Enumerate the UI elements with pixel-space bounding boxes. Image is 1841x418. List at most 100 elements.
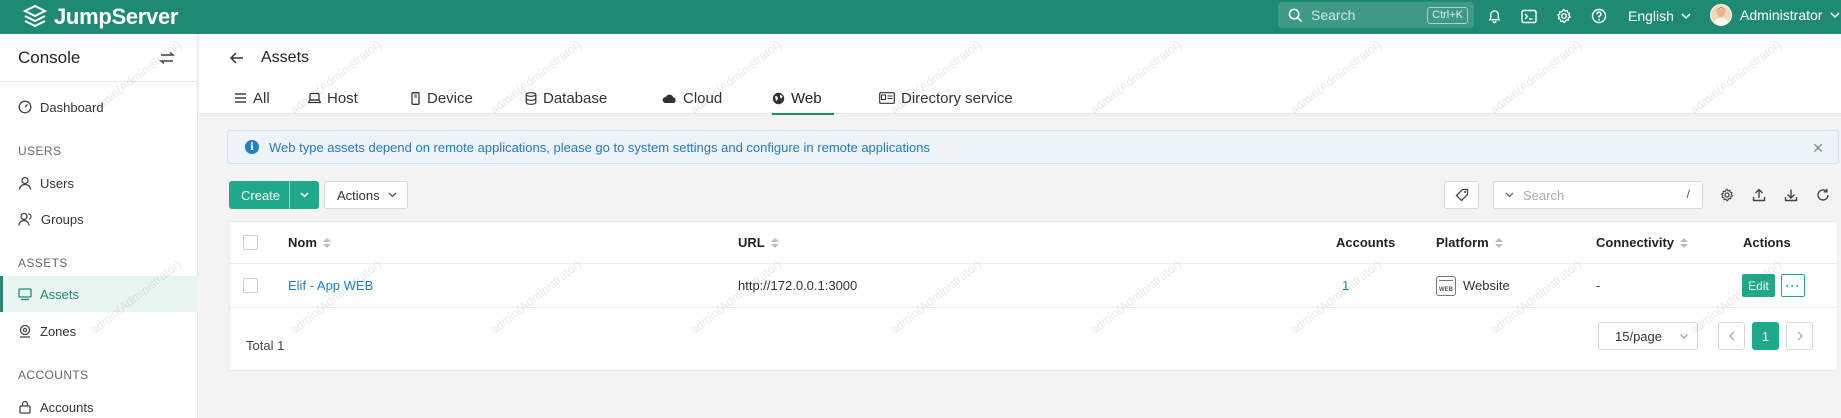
- column-header-label: URL: [738, 235, 765, 250]
- total-count: Total 1: [246, 338, 285, 353]
- column-header-platform[interactable]: Platform: [1436, 222, 1503, 263]
- user-name: Administrator: [1740, 7, 1823, 23]
- page-title: Assets: [229, 49, 309, 67]
- terminal-icon[interactable]: [1520, 7, 1538, 25]
- bell-icon[interactable]: [1485, 7, 1503, 25]
- sidebar-item-users[interactable]: Users: [0, 165, 198, 201]
- select-all-checkbox[interactable]: [243, 222, 258, 263]
- upload-icon[interactable]: [1751, 187, 1767, 203]
- sort-icon: [322, 237, 331, 248]
- table-row: Elif - App WEB http://172.0.0.1:3000 1 W…: [230, 264, 1837, 308]
- tab-label: Host: [327, 89, 358, 107]
- column-header-label: Accounts: [1336, 235, 1396, 250]
- top-bar: JumpServer Search Ctrl+K English Adminis…: [0, 0, 1841, 34]
- language-selector[interactable]: English: [1628, 8, 1693, 24]
- info-icon: i: [245, 140, 259, 154]
- sidebar-item-label: Zones: [40, 323, 77, 339]
- accounts-count-link[interactable]: 1: [1342, 264, 1349, 307]
- tab-label: All: [253, 89, 270, 107]
- tab-all[interactable]: All: [234, 82, 308, 114]
- next-page-button[interactable]: [1786, 322, 1813, 350]
- help-icon[interactable]: [1590, 7, 1608, 25]
- row-checkbox[interactable]: [243, 264, 258, 307]
- column-settings-gear-icon[interactable]: [1719, 187, 1735, 203]
- search-icon: [1288, 8, 1303, 22]
- console-header: Console: [0, 34, 197, 82]
- edit-button[interactable]: Edit: [1742, 274, 1775, 297]
- row-actions: Edit ···: [1742, 264, 1805, 307]
- website-platform-icon: WEB: [1436, 275, 1456, 296]
- column-header-label: Connectivity: [1596, 235, 1675, 250]
- sidebar-item-accounts[interactable]: Accounts: [0, 389, 198, 418]
- chevron-down-icon: [388, 192, 397, 198]
- sort-icon: [1494, 237, 1503, 248]
- more-actions-button[interactable]: ···: [1781, 274, 1805, 297]
- search-input[interactable]: [1523, 187, 1673, 203]
- page-size-select[interactable]: 15/page: [1598, 322, 1698, 350]
- chevron-left-icon: [1728, 331, 1734, 341]
- tab-device[interactable]: Device: [410, 82, 525, 114]
- database-icon: [525, 91, 537, 105]
- asset-name-link[interactable]: Elif - App WEB: [288, 264, 373, 307]
- jumpserver-logo-icon: [22, 4, 48, 28]
- avatar: [1710, 4, 1732, 26]
- sidebar-item-dashboard[interactable]: Dashboard: [0, 89, 198, 125]
- page-header: Assets All Host Device Database Cloud We…: [199, 34, 1841, 115]
- table-search[interactable]: /: [1493, 181, 1703, 209]
- tab-label: Database: [543, 89, 608, 107]
- platform-name: Website: [1463, 278, 1510, 293]
- chevron-down-icon: [1830, 12, 1840, 19]
- sidebar-item-label: Dashboard: [40, 99, 104, 115]
- column-header-url[interactable]: URL: [738, 222, 779, 263]
- list-icon: [235, 93, 246, 103]
- column-header-name[interactable]: Nom: [288, 222, 331, 263]
- column-header-label: Nom: [288, 235, 317, 250]
- group-icon: [18, 212, 32, 226]
- asset-url: http://172.0.0.1:3000: [738, 278, 858, 293]
- sidebar-item-groups[interactable]: Groups: [0, 201, 198, 237]
- sidebar-item-zones[interactable]: Zones: [0, 313, 198, 349]
- tab-database[interactable]: Database: [525, 82, 662, 114]
- refresh-icon[interactable]: [1815, 187, 1831, 203]
- search-shortcut-badge: Ctrl+K: [1427, 7, 1468, 24]
- create-button[interactable]: Create: [229, 181, 319, 209]
- assets-icon: [18, 288, 32, 301]
- tag-filter-button[interactable]: [1444, 181, 1479, 209]
- user-menu[interactable]: Administrator: [1710, 4, 1841, 26]
- back-arrow-icon[interactable]: [229, 51, 245, 65]
- sidebar-item-label: Assets: [40, 286, 80, 302]
- tab-host[interactable]: Host: [308, 82, 410, 114]
- chevron-down-icon[interactable]: [1504, 191, 1515, 199]
- info-banner: i Web type assets depend on remote appli…: [227, 130, 1839, 164]
- sort-icon: [770, 237, 779, 248]
- chevron-down-icon: [1681, 13, 1691, 20]
- assets-table: Nom URL Accounts Platform Connectivity A…: [229, 221, 1838, 371]
- tab-cloud[interactable]: Cloud: [662, 82, 772, 114]
- tab-web[interactable]: Web: [772, 82, 834, 115]
- page-number-button[interactable]: 1: [1752, 322, 1779, 350]
- chevron-right-icon: [1797, 331, 1803, 341]
- search-shortcut-hint: /: [1686, 187, 1690, 201]
- tab-label: Directory service: [901, 89, 1013, 107]
- settings-gear-icon[interactable]: [1555, 7, 1573, 25]
- sidebar-item-assets[interactable]: Assets: [0, 276, 198, 312]
- brand-name: JumpServer: [54, 4, 179, 29]
- column-header-connectivity[interactable]: Connectivity: [1596, 222, 1689, 263]
- sidebar: Console Dashboard USERS Users Groups ASS…: [0, 34, 198, 418]
- sidebar-section-assets: ASSETS: [18, 256, 68, 270]
- user-icon: [18, 176, 32, 190]
- close-icon[interactable]: ✕: [1812, 140, 1824, 157]
- switch-view-icon[interactable]: [159, 51, 175, 65]
- tab-label: Device: [427, 89, 473, 107]
- actions-dropdown[interactable]: Actions: [324, 181, 408, 209]
- global-search[interactable]: Search Ctrl+K: [1278, 2, 1474, 28]
- download-icon[interactable]: [1783, 187, 1799, 203]
- prev-page-button[interactable]: [1718, 322, 1745, 350]
- tab-directory-service[interactable]: Directory service: [879, 82, 1013, 114]
- console-title: Console: [18, 47, 81, 67]
- chevron-down-icon[interactable]: [290, 191, 319, 199]
- zone-icon: [19, 324, 31, 338]
- jumpserver-logo[interactable]: JumpServer: [22, 4, 178, 30]
- sidebar-section-users: USERS: [18, 144, 62, 158]
- lock-icon: [19, 400, 31, 414]
